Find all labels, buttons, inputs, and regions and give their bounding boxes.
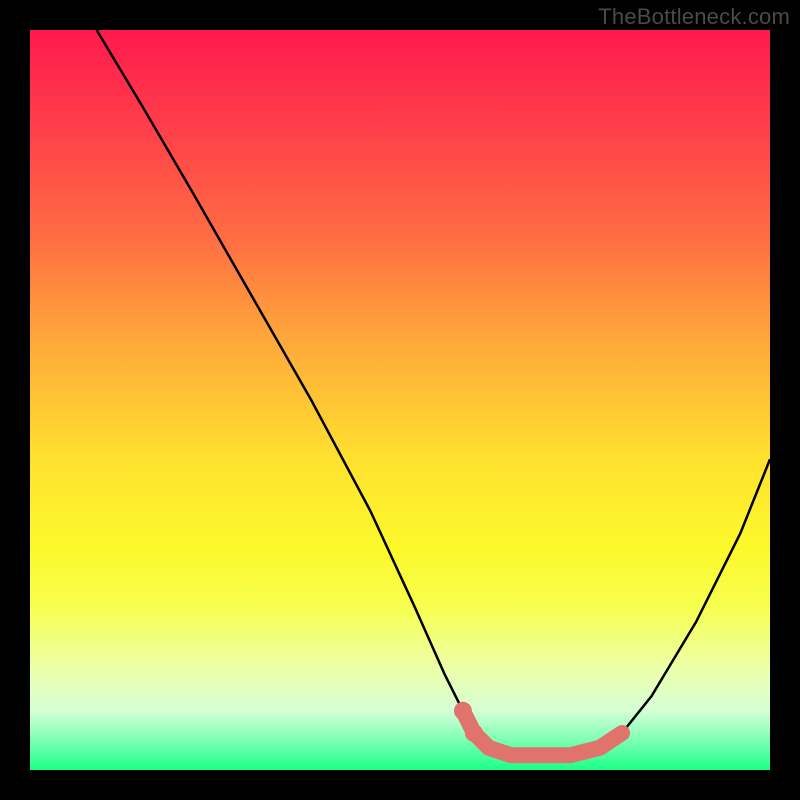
chart-svg (30, 30, 770, 770)
highlight-dot-1 (454, 702, 472, 720)
plot-area (30, 30, 770, 770)
watermark-text: TheBottleneck.com (598, 4, 790, 30)
highlight-band-path (463, 711, 622, 755)
highlight-dot-2 (465, 724, 483, 742)
bottleneck-curve-path (97, 30, 770, 755)
chart-frame: TheBottleneck.com (0, 0, 800, 800)
